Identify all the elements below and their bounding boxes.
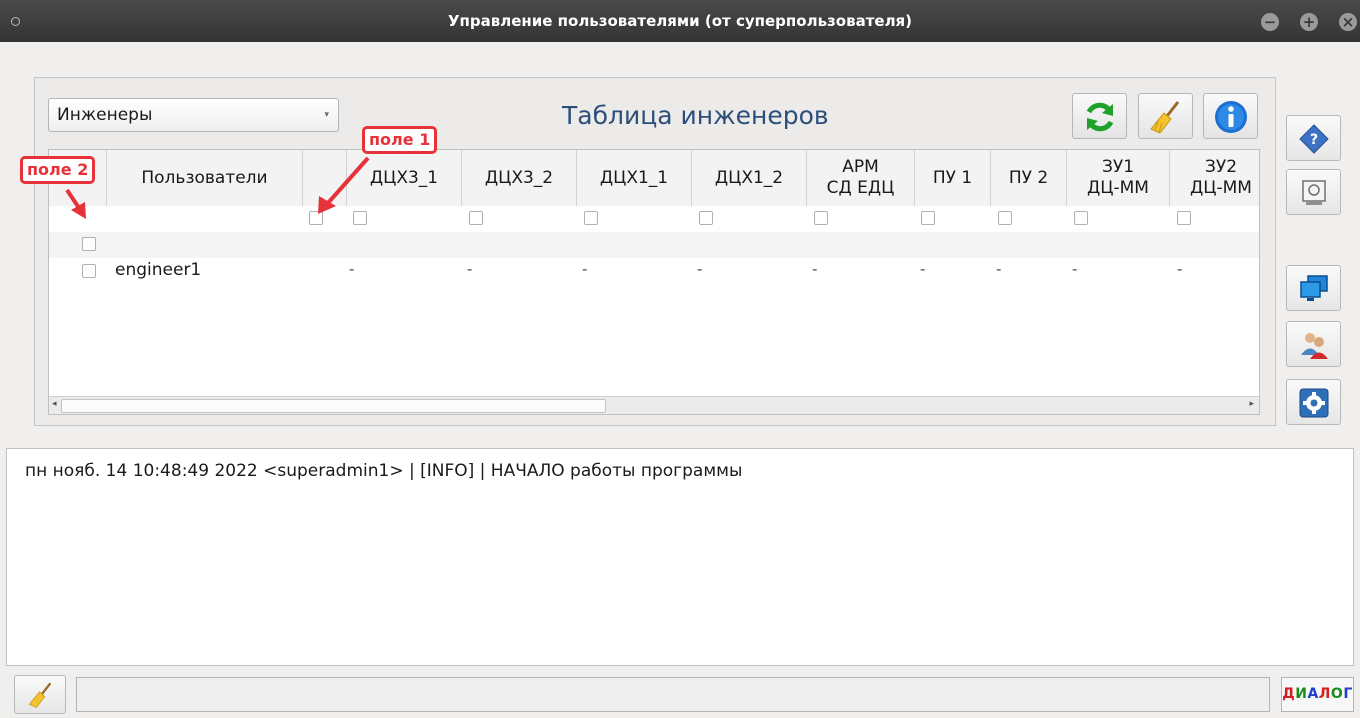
broom-icon xyxy=(28,682,52,708)
dialog-button[interactable]: ДИАЛОГ xyxy=(1281,677,1354,712)
dialog-letter: Д xyxy=(1282,686,1296,702)
dialog-letter: И xyxy=(1295,686,1308,702)
status-message-field[interactable] xyxy=(76,677,1270,712)
dialog-letter: Л xyxy=(1318,686,1331,702)
dialog-letter: О xyxy=(1330,686,1344,702)
log-line: пн нояб. 14 10:48:49 2022 <superadmin1> … xyxy=(25,461,743,481)
event-log[interactable]: пн нояб. 14 10:48:49 2022 <superadmin1> … xyxy=(6,448,1354,666)
clear-log-button[interactable] xyxy=(14,675,66,714)
annotation-field2: поле 2 xyxy=(20,156,96,184)
annotation-field1: поле 1 xyxy=(362,126,438,154)
dialog-letter: А xyxy=(1307,686,1319,702)
dialog-letter: Г xyxy=(1343,686,1353,702)
